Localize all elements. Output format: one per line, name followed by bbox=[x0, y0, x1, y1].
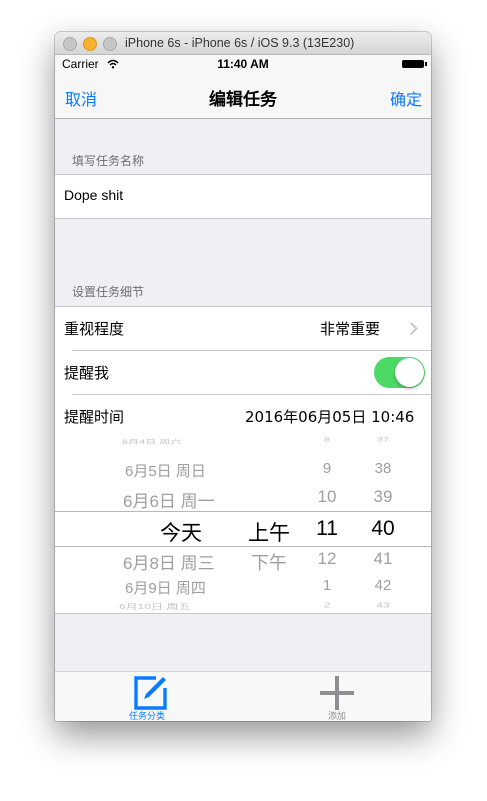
picker-date-option: 6月8日 周三 bbox=[123, 554, 215, 573]
picker-hour-selected: 11 bbox=[316, 517, 338, 540]
picker-hour-option: 12 bbox=[317, 549, 337, 568]
minimize-window-button[interactable] bbox=[83, 37, 97, 51]
importance-value: 非常重要 bbox=[320, 320, 381, 338]
battery-icon bbox=[402, 60, 427, 68]
tab-add[interactable]: 添加 bbox=[303, 672, 373, 721]
page-title: 编辑任务 bbox=[209, 90, 277, 110]
task-name-value: Dope shit bbox=[64, 187, 124, 203]
picker-hour-option: 10 bbox=[317, 487, 337, 506]
remind-me-toggle[interactable] bbox=[374, 357, 425, 388]
picker-hour-column[interactable]: 8 9 10 11 12 1 2 bbox=[305, 428, 349, 614]
task-detail-section-header: 设置任务细节 bbox=[72, 285, 145, 299]
picker-bottom-border bbox=[55, 613, 431, 614]
chevron-right-icon bbox=[405, 322, 418, 335]
task-detail-group: 重视程度 非常重要 提醒我 提醒时间 2016年06月05日 10:46 bbox=[55, 306, 431, 439]
picker-ampm-column[interactable]: 上午 下午 bbox=[245, 428, 305, 614]
tab-task-categories[interactable]: 任务分类 bbox=[113, 672, 185, 721]
picker-date-option: 6月9日 周四 bbox=[125, 580, 206, 597]
remind-me-row: 提醒我 bbox=[55, 351, 431, 394]
window-titlebar: iPhone 6s - iPhone 6s / iOS 9.3 (13E230) bbox=[55, 32, 431, 55]
navigation-bar: 取消 编辑任务 确定 bbox=[55, 73, 431, 119]
importance-label: 重视程度 bbox=[64, 320, 125, 338]
picker-date-option: 6月4日 周六 bbox=[122, 439, 182, 446]
simulator-window: iPhone 6s - iPhone 6s / iOS 9.3 (13E230)… bbox=[55, 32, 431, 721]
picker-ampm-selected: 上午 bbox=[248, 522, 290, 545]
picker-hour-option: 8 bbox=[323, 436, 331, 444]
remind-time-value: 2016年06月05日 10:46 bbox=[245, 408, 415, 426]
importance-row[interactable]: 重视程度 非常重要 bbox=[55, 307, 431, 350]
tab-label-task-categories: 任务分类 bbox=[129, 712, 166, 721]
picker-selection-bottom-line bbox=[55, 546, 431, 547]
picker-ampm-option: 下午 bbox=[251, 553, 287, 573]
task-name-section-header: 填写任务名称 bbox=[72, 154, 145, 168]
picker-date-option: 6月10日 周五 bbox=[119, 602, 191, 611]
picker-minute-option: 43 bbox=[376, 600, 390, 610]
date-time-picker[interactable]: 6月4日 周六 6月5日 周日 6月6日 周一 今天 6月8日 周三 6月9日 … bbox=[55, 428, 431, 614]
tab-bar: 任务分类 添加 bbox=[55, 671, 431, 721]
zoom-window-button[interactable] bbox=[103, 37, 117, 51]
picker-minute-option: 37 bbox=[376, 436, 390, 444]
picker-minute-option: 38 bbox=[374, 460, 392, 477]
picker-minute-selected: 40 bbox=[371, 517, 395, 540]
remind-time-label: 提醒时间 bbox=[64, 408, 125, 426]
picker-minute-option: 42 bbox=[374, 577, 392, 594]
confirm-button[interactable]: 确定 bbox=[390, 86, 422, 110]
picker-date-column[interactable]: 6月4日 周六 6月5日 周日 6月6日 周一 今天 6月8日 周三 6月9日 … bbox=[105, 428, 245, 614]
task-name-field[interactable]: Dope shit bbox=[55, 174, 431, 219]
toggle-knob bbox=[395, 358, 424, 387]
picker-date-option: 6月6日 周一 bbox=[123, 492, 215, 511]
picker-hour-option: 9 bbox=[322, 460, 332, 477]
picker-minute-option: 41 bbox=[373, 549, 393, 568]
close-window-button[interactable] bbox=[63, 37, 77, 51]
picker-hour-option: 1 bbox=[322, 577, 332, 594]
status-bar: Carrier 11:40 AM bbox=[55, 55, 431, 73]
picker-minute-option: 39 bbox=[373, 487, 393, 506]
picker-date-option: 6月5日 周日 bbox=[125, 463, 206, 480]
picker-date-selected: 今天 bbox=[160, 522, 202, 545]
remind-me-label: 提醒我 bbox=[64, 364, 110, 382]
picker-selection-top-line bbox=[55, 511, 431, 512]
status-time: 11:40 AM bbox=[217, 57, 269, 71]
picker-hour-option: 2 bbox=[323, 600, 331, 610]
phone-screen: Carrier 11:40 AM 取消 编辑任务 确定 填写任务名称 Dope … bbox=[55, 55, 431, 721]
window-title: iPhone 6s - iPhone 6s / iOS 9.3 (13E230) bbox=[125, 36, 355, 50]
tab-label-add: 添加 bbox=[328, 712, 347, 721]
picker-minute-column[interactable]: 37 38 39 40 41 42 43 bbox=[361, 428, 405, 614]
